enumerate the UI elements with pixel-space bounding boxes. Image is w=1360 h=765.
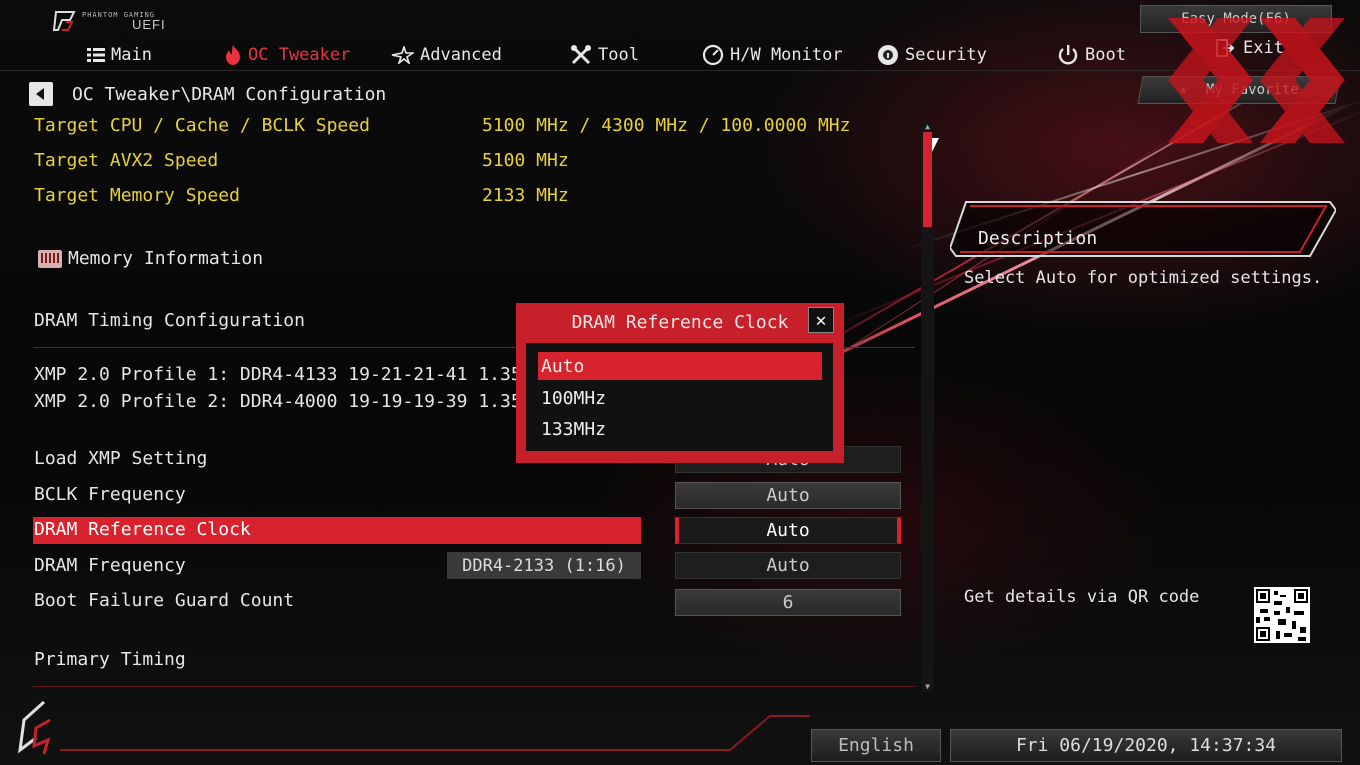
scroll-down-icon[interactable]: ▼ <box>921 682 934 692</box>
dram-reference-clock-label[interactable]: DRAM Reference Clock <box>34 519 251 540</box>
exit-button[interactable]: Exit <box>1215 38 1284 58</box>
boot-failure-guard-count-label[interactable]: Boot Failure Guard Count <box>34 590 294 611</box>
description-title: Description <box>978 228 1098 249</box>
uefi-label: UEFI <box>132 17 166 32</box>
qr-code-image <box>1254 587 1310 643</box>
back-button[interactable] <box>29 82 53 106</box>
qr-code-label: Get details via QR code <box>964 587 1200 607</box>
target-avx2-label: Target AVX2 Speed <box>34 150 219 171</box>
target-avx2-value: 5100 MHz <box>482 150 569 171</box>
dram-timing-config-heading: DRAM Timing Configuration <box>34 310 305 331</box>
tab-oc-tweaker[interactable]: OC Tweaker <box>224 42 350 68</box>
option-100mhz[interactable]: 100MHz <box>538 384 822 412</box>
date-time-text: Fri 06/19/2020, 14:37:34 <box>1015 735 1277 756</box>
tools-icon <box>571 45 591 65</box>
tab-main-label: Main <box>111 45 152 65</box>
tab-security[interactable]: Security <box>877 42 987 68</box>
language-label: English <box>838 735 914 756</box>
option-auto[interactable]: Auto <box>538 352 822 380</box>
main-menu: Main OC Tweaker Advanced Tool H/W Monito… <box>0 40 1360 72</box>
close-icon[interactable]: ✕ <box>808 307 834 333</box>
dram-reference-clock-dialog: DRAM Reference Clock ✕ Auto 100MHz 133MH… <box>516 303 844 463</box>
easy-mode-label: Easy Mode(F6) <box>1181 11 1291 27</box>
dram-frequency-info: DDR4-2133 (1:16) <box>447 552 641 579</box>
target-memory-value: 2133 MHz <box>482 185 569 206</box>
exit-label: Exit <box>1243 38 1284 58</box>
target-cpu-label: Target CPU / Cache / BCLK Speed <box>34 115 370 136</box>
primary-timing-heading: Primary Timing <box>34 649 186 670</box>
bclk-frequency-value-text: Auto <box>766 485 810 506</box>
dialog-options: Auto 100MHz 133MHz <box>526 343 833 451</box>
star-icon <box>391 46 414 64</box>
scrollbar-thumb[interactable] <box>923 132 932 227</box>
dram-reference-clock-value-text: Auto <box>766 520 810 541</box>
dram-frequency-label[interactable]: DRAM Frequency <box>34 555 186 576</box>
shield-icon <box>878 45 898 65</box>
tab-advanced-label: Advanced <box>420 45 502 65</box>
option-133mhz[interactable]: 133MHz <box>538 415 822 443</box>
pg-logo-icon <box>52 11 76 31</box>
favorite-star-icon: ★ <box>1179 82 1188 98</box>
flame-icon <box>226 45 240 65</box>
footer-accent-line <box>60 715 810 751</box>
my-favorite-button[interactable]: ★ My Favorite <box>1137 76 1341 104</box>
bclk-frequency-label[interactable]: BCLK Frequency <box>34 484 186 505</box>
tab-main[interactable]: Main <box>87 42 152 68</box>
back-arrow-icon <box>36 88 44 100</box>
xmp-profile-1: XMP 2.0 Profile 1: DDR4-4133 19-21-21-41… <box>34 364 533 385</box>
tab-boot-label: Boot <box>1085 45 1126 65</box>
power-icon <box>1058 45 1078 65</box>
breadcrumb: OC Tweaker\DRAM Configuration <box>72 84 387 105</box>
dram-reference-clock-value[interactable]: Auto <box>675 517 901 544</box>
list-icon <box>87 48 105 62</box>
tab-tool-label: Tool <box>598 45 639 65</box>
target-cpu-value: 5100 MHz / 4300 MHz / 100.0000 MHz <box>482 115 851 136</box>
dram-frequency-value[interactable]: Auto <box>675 552 901 579</box>
tab-hw-monitor-label: H/W Monitor <box>730 45 843 65</box>
dialog-title: DRAM Reference Clock <box>571 312 789 333</box>
memory-icon <box>38 250 62 268</box>
tab-tool[interactable]: Tool <box>570 42 639 68</box>
tab-oc-tweaker-label: OC Tweaker <box>248 45 351 65</box>
scroll-up-icon[interactable]: ▲ <box>921 122 934 132</box>
tab-boot[interactable]: Boot <box>1057 42 1126 68</box>
monitor-icon <box>702 44 724 66</box>
memory-information-link[interactable]: Memory Information <box>68 248 263 269</box>
description-text: Select Auto for optimized settings. <box>964 268 1323 288</box>
easy-mode-button[interactable]: Easy Mode(F6) <box>1140 5 1332 33</box>
load-xmp-setting-label[interactable]: Load XMP Setting <box>34 448 207 469</box>
date-time-display: Fri 06/19/2020, 14:37:34 <box>950 729 1342 762</box>
tab-security-label: Security <box>905 45 987 65</box>
boot-failure-guard-count-value-text: 6 <box>782 592 794 613</box>
dram-frequency-value-text: Auto <box>766 555 810 576</box>
target-memory-label: Target Memory Speed <box>34 185 240 206</box>
asrock-phantom-logo: PHANTOM GAMING UEFI <box>52 8 172 34</box>
bclk-frequency-value[interactable]: Auto <box>675 482 901 509</box>
divider-bottom <box>33 686 915 687</box>
tab-hw-monitor[interactable]: H/W Monitor <box>702 42 843 68</box>
boot-failure-guard-count-value[interactable]: 6 <box>675 589 901 616</box>
mouse-cursor-icon <box>932 138 939 152</box>
tab-advanced[interactable]: Advanced <box>390 42 502 68</box>
language-selector[interactable]: English <box>811 729 941 762</box>
exit-icon <box>1216 39 1235 57</box>
my-favorite-label: My Favorite <box>1205 82 1299 98</box>
xmp-profile-2: XMP 2.0 Profile 2: DDR4-4000 19-19-19-39… <box>34 391 533 412</box>
